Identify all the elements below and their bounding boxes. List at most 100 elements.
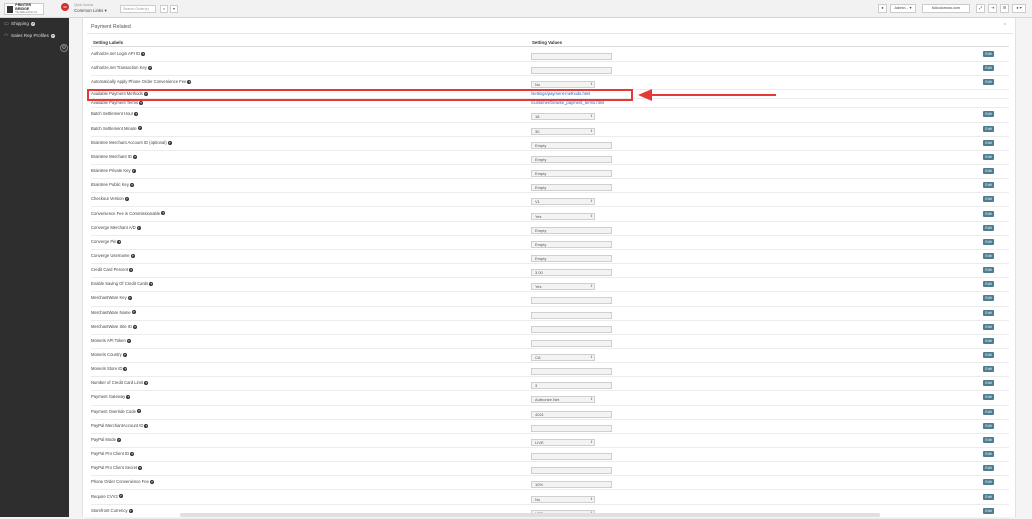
help-icon[interactable]: ?	[141, 51, 146, 56]
collapse-icon[interactable]: ⌃	[1003, 23, 1007, 29]
help-icon[interactable]: ?	[137, 126, 142, 131]
table-row: Checkout Version? V1 ⇕ Edit	[91, 193, 1009, 208]
help-icon[interactable]: ?	[134, 112, 139, 117]
help-icon[interactable]: ?	[136, 409, 141, 414]
table-row: Converge Username? Empty Edit	[91, 250, 1009, 265]
setting-label: Braintree Merchant ID?	[91, 154, 137, 159]
help-icon[interactable]: ?	[133, 324, 138, 329]
edit-button[interactable]: Edit	[983, 422, 994, 429]
help-icon[interactable]: ?	[128, 508, 133, 513]
edit-button[interactable]: Edit	[983, 479, 994, 486]
sidebar-item-shipping[interactable]: ▭ Shipping ?	[0, 18, 69, 30]
user-menu[interactable]: Admin... ▾	[890, 4, 916, 13]
expand-icon[interactable]: ⤢	[976, 4, 985, 13]
setting-value-link[interactable]: /customer/browse_payment_terms.html	[531, 100, 604, 105]
grid-menu-icon[interactable]: ☰	[1000, 4, 1009, 13]
edit-button[interactable]: Edit	[983, 125, 994, 132]
help-icon[interactable]: ?	[126, 338, 131, 343]
edit-button[interactable]: Edit	[983, 153, 994, 160]
edit-button[interactable]: Edit	[983, 168, 994, 175]
edit-button[interactable]: Edit	[983, 252, 994, 259]
edit-button[interactable]: Edit	[983, 196, 994, 203]
language-flag-icon[interactable]: ● ▾	[1012, 4, 1026, 13]
setting-label-text: Number of Credit Card Limit	[91, 380, 144, 386]
help-icon[interactable]: ?	[129, 267, 134, 272]
edit-button[interactable]: Edit	[983, 394, 994, 401]
help-icon[interactable]: ?	[144, 381, 149, 386]
edit-button[interactable]: Edit	[983, 295, 994, 302]
edit-button[interactable]: Edit	[983, 465, 994, 472]
edit-button[interactable]: Edit	[983, 323, 994, 330]
edit-button[interactable]: Edit	[983, 182, 994, 189]
edit-button[interactable]: Edit	[983, 65, 994, 72]
help-icon[interactable]: ?	[167, 140, 172, 145]
select-value: V1	[535, 199, 540, 205]
edit-button[interactable]: Edit	[983, 493, 994, 500]
edit-button[interactable]: Edit	[983, 79, 994, 86]
help-icon[interactable]: ?	[149, 480, 154, 485]
gear-icon[interactable]: ⚙	[60, 44, 68, 52]
edit-button[interactable]: Edit	[983, 352, 994, 358]
edit-button[interactable]: Edit	[983, 51, 994, 57]
help-icon[interactable]: ?	[116, 437, 121, 442]
help-icon[interactable]: ?	[149, 282, 154, 287]
setting-value-field	[531, 325, 612, 333]
setting-label-text: Payment Override Code	[91, 408, 136, 414]
logo-line2: BRIDGE	[15, 6, 30, 11]
help-icon[interactable]: ?	[123, 367, 128, 372]
edit-button[interactable]: Edit	[983, 408, 994, 415]
edit-button[interactable]: Edit	[983, 366, 994, 373]
setting-label-text: Authorize.net Login API ID	[91, 51, 141, 56]
table-row: MerchantWare Site ID? Edit	[91, 321, 1009, 335]
setting-label-text: MerchantWare Name	[91, 309, 131, 315]
search-options-chevron-icon[interactable]: ▾	[170, 5, 178, 13]
help-icon[interactable]: ?	[161, 211, 166, 216]
edit-button[interactable]: Edit	[983, 111, 994, 118]
sidebar-item-sales-rep-profiles[interactable]: ◠ Sales Rep Profiles ?	[0, 30, 69, 42]
edit-button[interactable]: Edit	[983, 309, 994, 316]
edit-button[interactable]: Edit	[983, 267, 994, 274]
logout-icon[interactable]: ⇥	[988, 4, 997, 13]
setting-label: MerchantWare Key?	[91, 295, 132, 300]
edit-button[interactable]: Edit	[983, 380, 994, 387]
edit-button[interactable]: Edit	[983, 451, 994, 458]
help-icon[interactable]: ?	[122, 352, 127, 357]
help-icon[interactable]: ?	[127, 296, 132, 301]
search-input[interactable]: Search Order(s)	[120, 5, 156, 13]
help-icon[interactable]: ?	[147, 66, 152, 71]
help-icon[interactable]: ?	[131, 310, 136, 315]
edit-button[interactable]: Edit	[983, 337, 994, 344]
search-icon[interactable]: ⌕	[160, 5, 168, 13]
help-icon[interactable]: ?	[131, 168, 136, 173]
edit-button[interactable]: Edit	[983, 238, 994, 245]
help-icon[interactable]: ?	[144, 423, 149, 428]
horizontal-scrollbar[interactable]	[180, 513, 880, 517]
edit-button[interactable]: Edit	[983, 281, 994, 288]
sidebar-item-label: Shipping	[11, 21, 29, 26]
help-icon[interactable]: ?	[132, 154, 137, 159]
help-icon[interactable]: ?	[124, 197, 129, 202]
help-icon[interactable]: ?	[130, 451, 135, 456]
setting-value-select: No ⇕	[531, 81, 595, 89]
table-row: Phone Order Convenience Fee? 10% Edit	[91, 476, 1009, 491]
edit-button[interactable]: Edit	[983, 436, 994, 443]
site-url[interactable]: fullcolornow.com	[922, 4, 970, 13]
help-icon[interactable]: ?	[136, 225, 141, 230]
table-row: Converge Merchant A/D? Empty Edit	[91, 222, 1009, 236]
help-icon[interactable]: ?	[130, 253, 135, 258]
help-icon[interactable]: ?	[129, 183, 134, 188]
help-icon[interactable]: ?	[126, 395, 131, 400]
help-icon[interactable]: ?	[118, 494, 123, 499]
edit-button[interactable]: Edit	[983, 224, 994, 231]
edit-button[interactable]: Edit	[983, 139, 994, 146]
quick-access[interactable]: Quick Access Common Links ▾	[74, 3, 107, 14]
help-icon[interactable]: ?	[117, 239, 122, 244]
edit-button[interactable]: Edit	[983, 210, 994, 217]
microphone-icon[interactable]: ●	[878, 4, 887, 13]
help-icon[interactable]: ?	[187, 80, 192, 85]
notification-badge[interactable]: 99	[61, 3, 69, 11]
logo[interactable]: PRINTER BRIDGE The Web-to-Print Co.	[4, 3, 44, 15]
help-icon[interactable]: ?	[138, 466, 143, 471]
help-icon[interactable]: ?	[139, 101, 144, 106]
edit-button[interactable]: Edit	[983, 507, 994, 514]
